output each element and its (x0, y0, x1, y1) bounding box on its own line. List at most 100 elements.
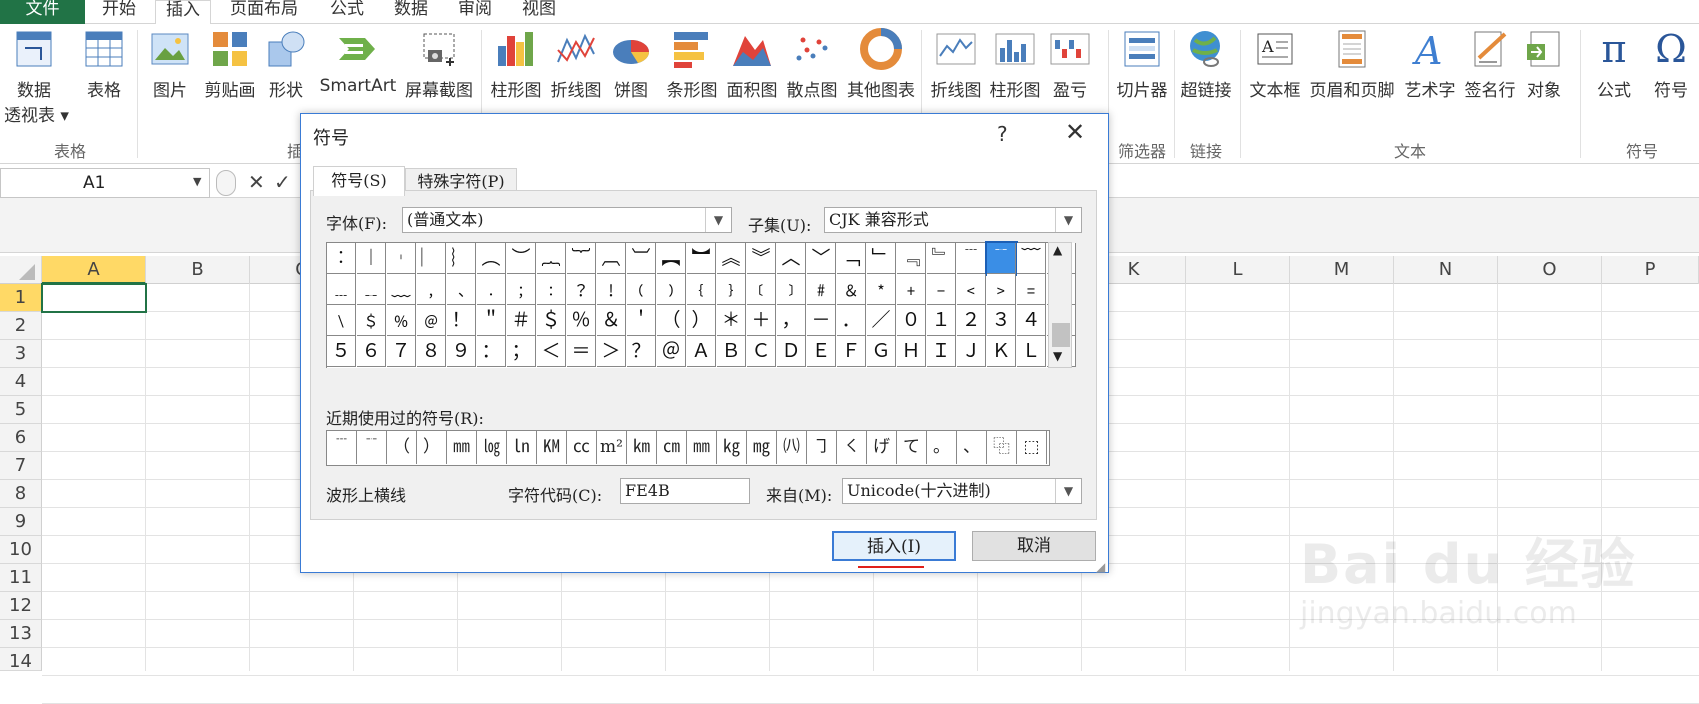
recent-symbol-cell[interactable]: ㈧ (777, 430, 807, 464)
symbol-cell[interactable]: ﹂ (867, 243, 896, 274)
recent-symbol-cell[interactable]: ㎏ (717, 430, 747, 464)
row-header-9[interactable]: 9 (0, 508, 42, 536)
symbol-cell[interactable]: Ｈ (897, 336, 926, 367)
symbol-cell[interactable]: Ｄ (777, 336, 806, 367)
formula-bar-splitter[interactable] (216, 170, 236, 196)
symbol-cell[interactable]: ﹙ (627, 274, 656, 305)
symbol-cell[interactable]: ﹣ (927, 274, 956, 305)
font-select[interactable]: (普通文本) ▼ (402, 207, 732, 233)
symbol-cell[interactable]: ＋ (747, 305, 776, 336)
symbol-cell[interactable]: Ｊ (957, 336, 986, 367)
symbol-cell[interactable]: ％ (567, 305, 596, 336)
recent-symbol-cell[interactable]: ㎞ (627, 430, 657, 464)
symbol-cell[interactable]: ！ (447, 305, 476, 336)
shapes-button[interactable]: 形状 (264, 28, 308, 101)
sparkline-winloss-button[interactable]: 盈亏 (1046, 28, 1094, 101)
recent-symbol-cell[interactable]: て (897, 430, 927, 464)
symbol-cell[interactable]: ︽ (717, 243, 746, 274)
symbol-grid-scrollbar[interactable]: ▲ ▼ (1048, 242, 1072, 368)
pie-chart-button[interactable]: 饼图 (607, 28, 655, 101)
chevron-down-icon[interactable]: ▼ (1055, 208, 1081, 232)
row-header-4[interactable]: 4 (0, 368, 42, 396)
chevron-down-icon[interactable]: ▼ (1055, 479, 1081, 503)
symbol-cell[interactable]: ﹒ (477, 274, 506, 305)
active-cell-A1[interactable] (41, 283, 147, 313)
symbol-cell[interactable]: ︶ (507, 243, 536, 274)
signature-button[interactable]: 签名行 (1460, 28, 1520, 101)
symbol-cell[interactable]: ＃ (507, 305, 536, 336)
symbol-cell[interactable]: ﹢ (897, 274, 926, 305)
row-header-7[interactable]: 7 (0, 452, 42, 480)
symbol-cell[interactable]: ﹕ (537, 274, 566, 305)
cancel-formula-icon[interactable]: ✕ (248, 170, 265, 194)
symbol-cell[interactable]: ﹃ (897, 243, 926, 274)
row-header-11[interactable]: 11 (0, 564, 42, 592)
column-header-P[interactable]: P (1602, 256, 1699, 284)
symbol-cell[interactable]: ︵ (477, 243, 506, 274)
symbol-cell[interactable]: ＜ (537, 336, 566, 367)
object-button[interactable]: 对象 (1520, 28, 1568, 101)
symbol-cell[interactable]: ﹗ (597, 274, 626, 305)
symbol-cell[interactable]: ︷ (537, 243, 566, 274)
symbol-cell[interactable]: （ (657, 305, 686, 336)
symbol-cell[interactable]: ２ (957, 305, 986, 336)
symbol-cell[interactable]: － (807, 305, 836, 336)
row-header-6[interactable]: 6 (0, 424, 42, 452)
other-chart-button[interactable]: 其他图表 (841, 28, 921, 101)
tab-symbols[interactable]: 符号(S) (313, 166, 405, 196)
symbol-cell[interactable]: ﹏ (387, 274, 416, 305)
symbol-cell[interactable]: ＊ (717, 305, 746, 336)
symbol-cell[interactable]: ︻ (657, 243, 686, 274)
symbol-cell[interactable]: ︺ (627, 243, 656, 274)
symbol-cell[interactable]: ０ (897, 305, 926, 336)
tab-formulas[interactable]: 公式 (320, 0, 374, 24)
screenshot-button[interactable]: 屏幕截图 (401, 28, 477, 101)
symbol-cell[interactable]: ︱ (357, 243, 386, 274)
symbol-cell[interactable]: ﹖ (567, 274, 596, 305)
slicer-button[interactable]: 切片器 (1112, 28, 1172, 101)
name-box[interactable]: A1 ▼ (0, 168, 210, 198)
select-all-corner[interactable] (0, 256, 42, 284)
hyperlink-button[interactable]: 超链接 (1176, 28, 1236, 101)
confirm-formula-icon[interactable]: ✓ (274, 170, 291, 194)
recent-symbol-cell[interactable]: ⿻ (987, 430, 1017, 464)
tab-home[interactable]: 开始 (92, 0, 146, 24)
symbol-cell[interactable]: ﹐ (417, 274, 446, 305)
symbol-cell[interactable]: ﹩ (357, 305, 386, 336)
symbol-cell[interactable]: ： (477, 336, 506, 367)
symbol-cell[interactable]: ﹥ (987, 274, 1016, 305)
symbol-cell[interactable]: ＞ (597, 336, 626, 367)
symbol-cell[interactable]: ︴ (447, 243, 476, 274)
row-header-1[interactable]: 1 (0, 284, 42, 312)
column-header-N[interactable]: N (1394, 256, 1498, 284)
symbol-cell[interactable]: Ｅ (807, 336, 836, 367)
recent-symbol-cell[interactable]: ㇛ (837, 430, 867, 464)
symbol-cell[interactable]: ︰ (327, 243, 356, 274)
recent-symbol-cell[interactable]: 、 (957, 430, 987, 464)
symbol-cell[interactable]: ＄ (537, 305, 566, 336)
symbol-cell[interactable]: ７ (387, 336, 416, 367)
close-icon[interactable]: ✕ (1065, 118, 1085, 146)
resize-grip-icon[interactable]: ◢ (1096, 560, 1105, 574)
clipart-button[interactable]: 剪贴画 (200, 28, 260, 101)
wordart-button[interactable]: A 艺术字 (1400, 28, 1460, 101)
symbol-cell[interactable]: ﹫ (417, 305, 446, 336)
recent-symbol-cell[interactable]: ﹉ (327, 430, 357, 464)
recent-symbol-cell[interactable]: ⬚ (1017, 430, 1047, 464)
symbol-cell[interactable]: Ａ (687, 336, 716, 367)
tab-insert[interactable]: 插入 (155, 0, 211, 25)
symbol-cell[interactable]: Ｂ (717, 336, 746, 367)
cancel-button[interactable]: 取消 (972, 531, 1096, 561)
recent-symbol-cell[interactable]: ㇆ (807, 430, 837, 464)
scroll-down-icon[interactable]: ▼ (1053, 349, 1062, 363)
symbol-cell[interactable]: ８ (417, 336, 446, 367)
symbol-cell[interactable]: ﹉ (957, 243, 986, 274)
row-header-12[interactable]: 12 (0, 592, 42, 620)
symbol-cell[interactable]: ︲ (387, 243, 416, 274)
subset-select[interactable]: CJK 兼容形式 ▼ (824, 207, 1082, 233)
symbol-cell[interactable]: ︳ (417, 243, 446, 274)
row-header-5[interactable]: 5 (0, 396, 42, 424)
symbol-cell[interactable]: ﹁ (837, 243, 866, 274)
recent-symbol-cell[interactable]: ㎝ (657, 430, 687, 464)
table-button[interactable]: 表格 (76, 28, 132, 101)
